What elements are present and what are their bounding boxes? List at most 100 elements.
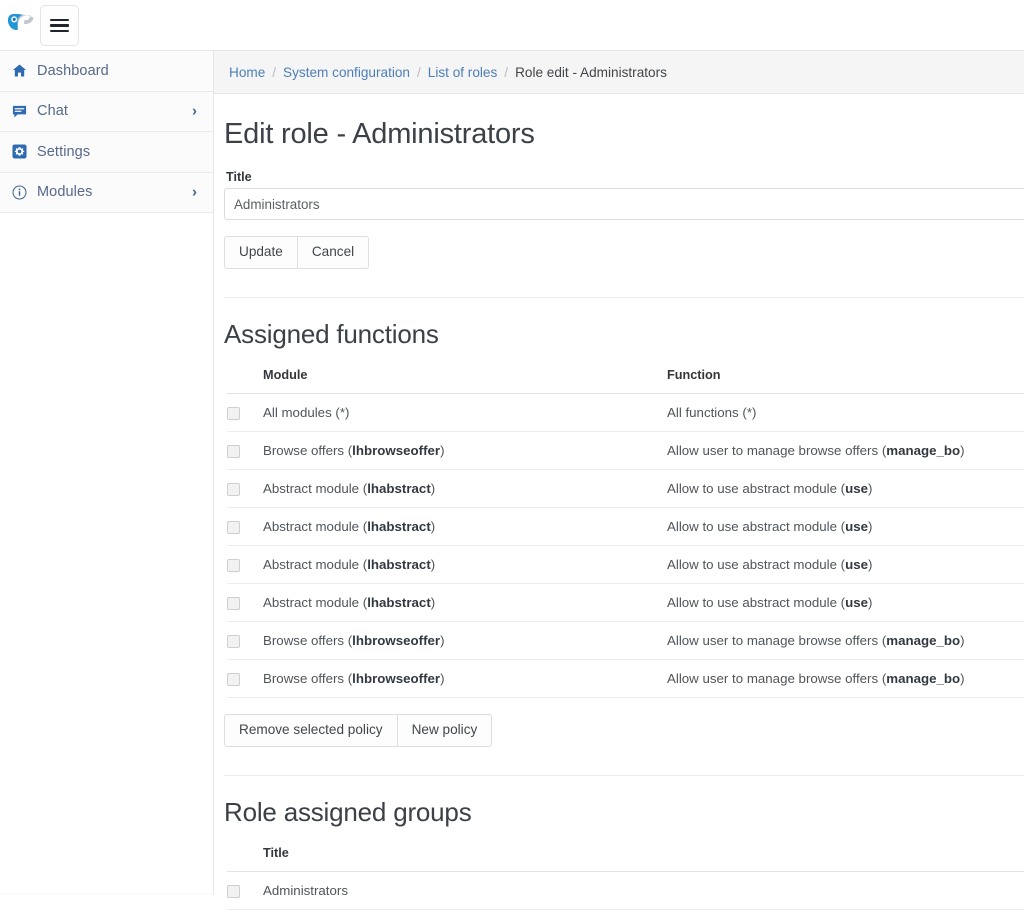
row-checkbox-cell — [227, 583, 263, 622]
module-cell: Abstract module (lhabstract) — [263, 545, 667, 584]
function-code: use — [845, 594, 869, 610]
function-text: Allow user to manage browse offers ( — [667, 670, 887, 686]
sidebar-item-settings[interactable]: Settings — [0, 132, 213, 173]
module-code: lhabstract — [367, 480, 431, 496]
function-text: Allow to use abstract module ( — [667, 594, 846, 610]
breadcrumb-item-system-configuration[interactable]: System configuration — [283, 65, 410, 80]
hamburger-menu-button[interactable] — [40, 5, 79, 46]
module-text: Abstract module ( — [263, 480, 368, 496]
function-code: manage_bo — [886, 670, 961, 686]
sidebar-item-chat[interactable]: Chat › — [0, 91, 213, 132]
row-checkbox[interactable] — [227, 672, 240, 686]
table-row: All modules (*) All functions (*) — [227, 393, 1024, 432]
module-suffix: ) — [430, 556, 436, 572]
function-code: use — [845, 518, 869, 534]
info-icon — [8, 182, 30, 202]
row-checkbox[interactable] — [227, 520, 240, 534]
select-column-header — [227, 363, 263, 394]
breadcrumb-separator: / — [504, 64, 509, 80]
function-cell: Allow to use abstract module (use) — [667, 545, 1024, 584]
row-checkbox[interactable] — [227, 634, 240, 648]
function-code: use — [845, 480, 869, 496]
module-text: Abstract module ( — [263, 556, 368, 572]
top-bar — [0, 0, 1024, 51]
module-text: All modules (*) — [263, 404, 350, 420]
function-suffix: ) — [868, 556, 873, 572]
gear-icon — [8, 142, 30, 162]
module-code: lhabstract — [367, 594, 431, 610]
module-cell: Browse offers (lhbrowseoffer) — [263, 431, 667, 470]
module-text: Abstract module ( — [263, 594, 368, 610]
module-cell: Abstract module (lhabstract) — [263, 469, 667, 508]
function-text: Allow to use abstract module ( — [667, 480, 846, 496]
table-row: Browse offers (lhbrowseoffer) Allow user… — [227, 659, 1024, 698]
title-input[interactable] — [224, 188, 1024, 220]
row-checkbox[interactable] — [227, 406, 240, 420]
row-checkbox[interactable] — [227, 884, 240, 898]
row-checkbox-cell — [227, 545, 263, 584]
row-checkbox-cell — [227, 659, 263, 698]
sidebar-item-label: Chat — [37, 103, 69, 120]
row-checkbox[interactable] — [227, 596, 240, 610]
breadcrumb: Home / System configuration / List of ro… — [214, 51, 1024, 94]
function-suffix: ) — [868, 594, 873, 610]
module-suffix: ) — [440, 442, 445, 458]
breadcrumb-separator: / — [416, 64, 421, 80]
module-cell: Browse offers (lhbrowseoffer) — [263, 621, 667, 660]
section-divider — [224, 296, 1024, 298]
section-divider — [224, 774, 1024, 776]
cancel-button[interactable]: Cancel — [297, 236, 370, 269]
module-suffix: ) — [440, 632, 445, 648]
module-suffix: ) — [430, 518, 436, 534]
table-row: Administrators — [227, 871, 1024, 910]
module-suffix: ) — [440, 670, 445, 686]
new-policy-button[interactable]: New policy — [397, 713, 493, 747]
hamburger-icon — [50, 16, 69, 36]
title-column-header: Title — [263, 841, 1024, 872]
row-checkbox-cell — [227, 621, 263, 660]
module-suffix: ) — [430, 594, 436, 610]
module-cell: Abstract module (lhabstract) — [263, 583, 667, 622]
sidebar-item-dashboard[interactable]: Dashboard — [0, 51, 213, 92]
module-suffix: ) — [430, 480, 436, 496]
function-cell: Allow user to manage browse offers (mana… — [667, 659, 1024, 698]
sidebar-item-label: Modules — [37, 184, 93, 201]
chevron-right-icon: › — [192, 102, 197, 120]
module-code: lhabstract — [367, 556, 431, 572]
function-text: Allow user to manage browse offers ( — [667, 632, 887, 648]
row-checkbox[interactable] — [227, 444, 240, 458]
function-code: manage_bo — [886, 442, 961, 458]
table-row: Browse offers (lhbrowseoffer) Allow user… — [227, 431, 1024, 470]
assigned-functions-heading: Assigned functions — [224, 318, 439, 349]
breadcrumb-item-list-of-roles[interactable]: List of roles — [428, 65, 498, 80]
module-text: Browse offers ( — [263, 670, 353, 686]
title-field-label: Title — [226, 170, 252, 184]
select-column-header — [227, 841, 263, 872]
remove-selected-policy-button[interactable]: Remove selected policy — [224, 713, 398, 747]
sidebar-item-modules[interactable]: Modules › — [0, 172, 213, 213]
assigned-functions-table: Module Function All modules (*) All func… — [227, 363, 1024, 698]
sidebar-empty-area — [0, 213, 213, 893]
row-checkbox-cell — [227, 507, 263, 546]
row-checkbox[interactable] — [227, 558, 240, 572]
sidebar: Dashboard Chat › Settings Modules › — [0, 51, 214, 895]
main-content: Home / System configuration / List of ro… — [214, 51, 1024, 910]
update-button[interactable]: Update — [224, 236, 298, 269]
function-suffix: ) — [960, 670, 965, 686]
row-checkbox[interactable] — [227, 482, 240, 496]
chevron-right-icon: › — [192, 183, 197, 201]
function-text: Allow to use abstract module ( — [667, 556, 846, 572]
function-text: Allow to use abstract module ( — [667, 518, 846, 534]
function-cell: All functions (*) — [667, 393, 1024, 432]
parrot-logo[interactable] — [4, 8, 38, 42]
function-suffix: ) — [960, 442, 965, 458]
function-cell: Allow to use abstract module (use) — [667, 507, 1024, 546]
breadcrumb-item-home[interactable]: Home — [229, 65, 265, 80]
module-code: lhbrowseoffer — [352, 670, 441, 686]
module-code: lhbrowseoffer — [352, 632, 441, 648]
row-checkbox-cell — [227, 871, 263, 910]
table-row: Abstract module (lhabstract) Allow to us… — [227, 469, 1024, 508]
table-header-row: Module Function — [227, 363, 1024, 394]
breadcrumb-item-current: Role edit - Administrators — [515, 64, 667, 80]
module-code: lhbrowseoffer — [352, 442, 441, 458]
